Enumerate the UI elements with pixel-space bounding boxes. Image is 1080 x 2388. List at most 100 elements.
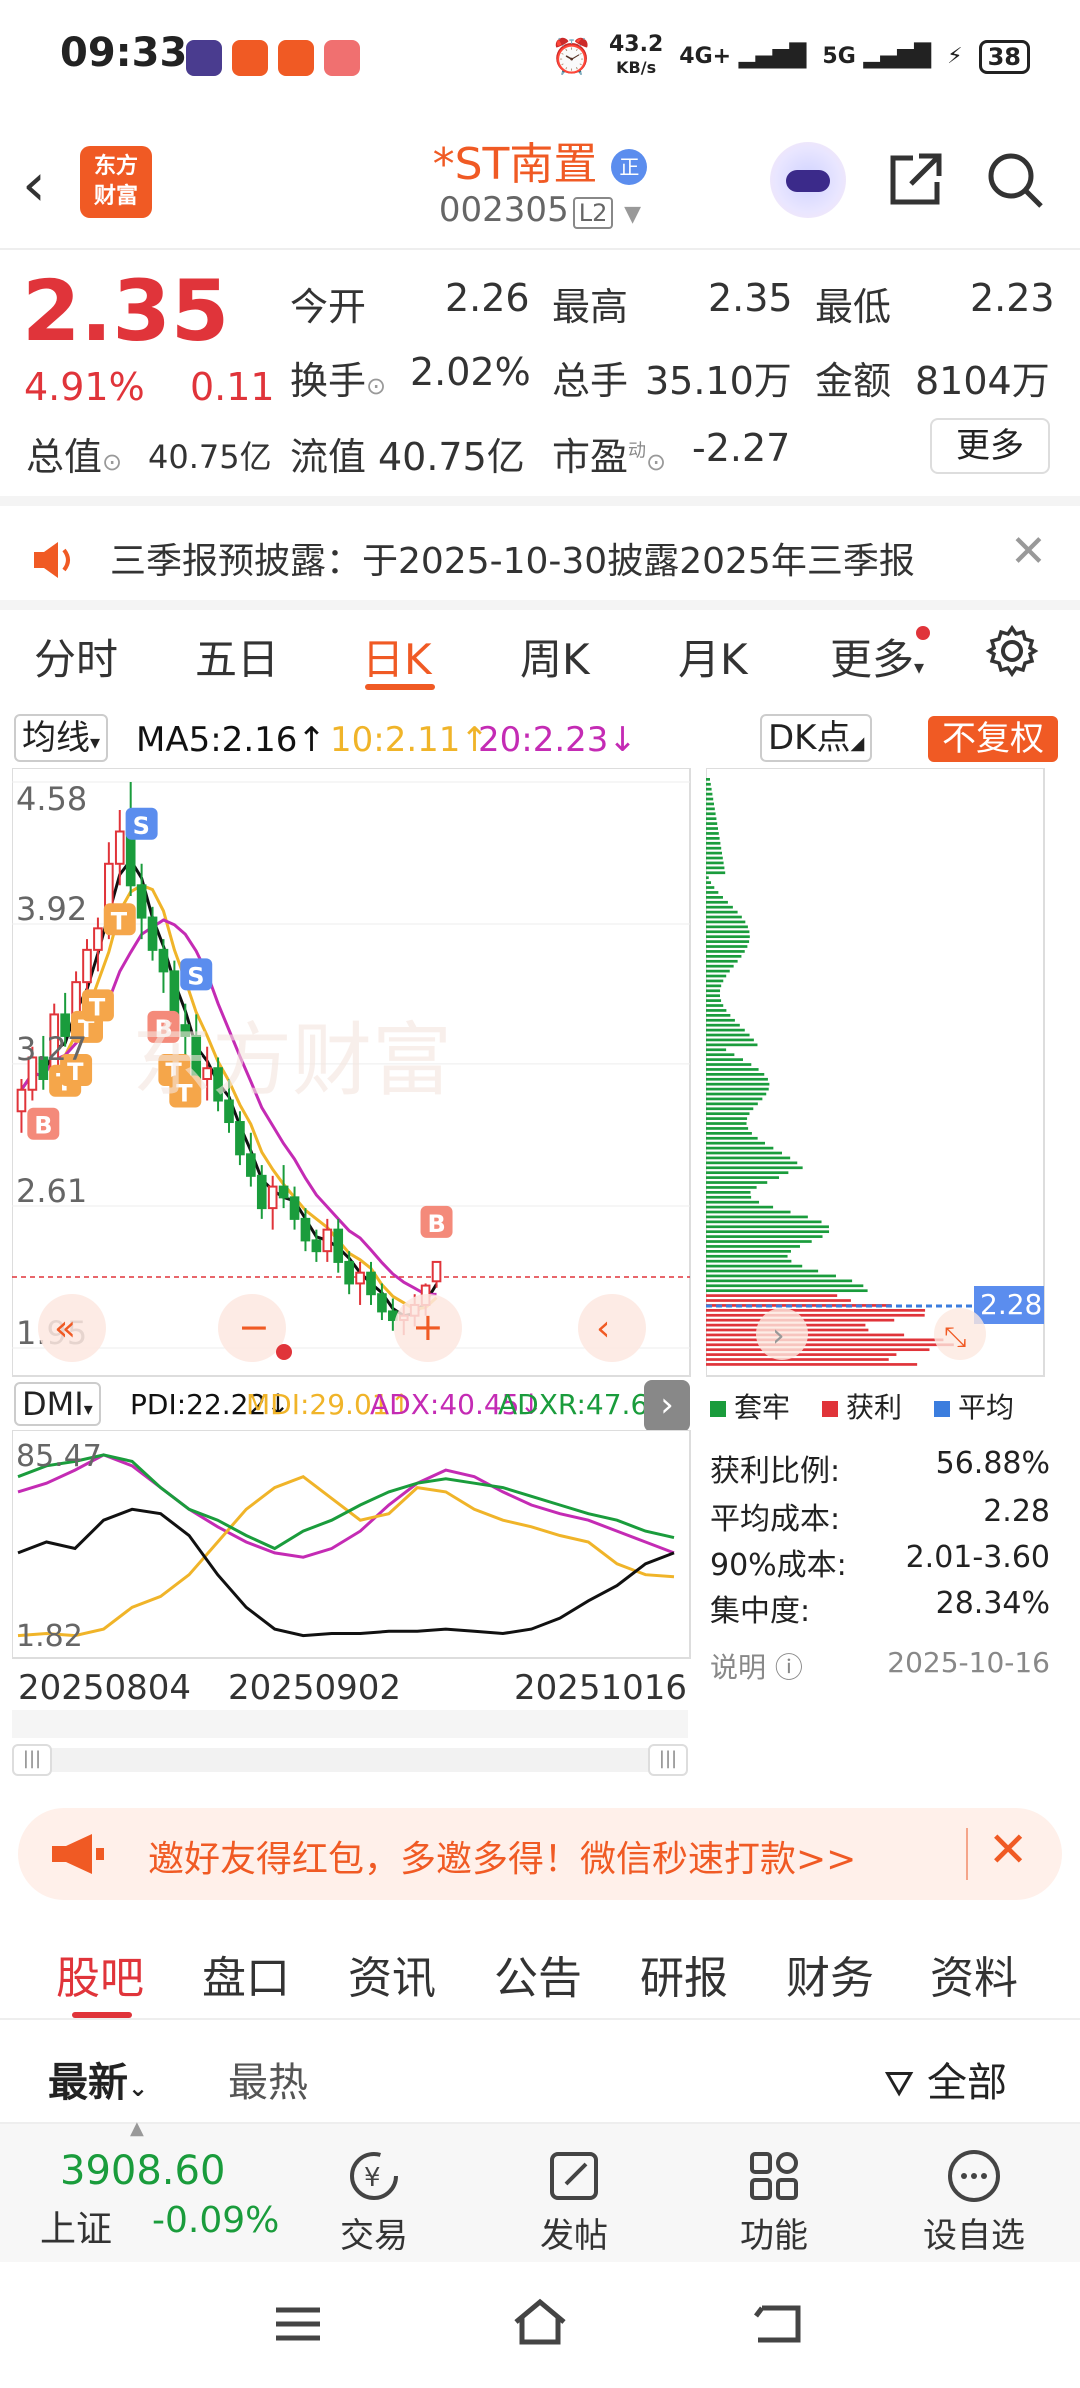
signal-4g-icon: 4G+ ▂▄▆█	[679, 44, 807, 69]
candle[interactable]	[344, 1260, 354, 1285]
tab-order-book[interactable]: 盘口	[202, 1942, 290, 2006]
tab-more[interactable]: 更多▾	[830, 626, 931, 687]
candle[interactable]	[300, 1217, 311, 1242]
invite-banner[interactable]: 邀好友得红包，多邀多得！微信秒速打款>> ✕	[18, 1808, 1062, 1900]
ma-selector[interactable]: 均线▾	[14, 714, 109, 762]
watermark: 东方财富	[132, 1014, 452, 1107]
nav-trade[interactable]: ¥ 交易	[314, 2144, 434, 2257]
close-icon[interactable]: ✕	[1010, 526, 1047, 577]
level2-badge: L2	[572, 197, 614, 229]
candle[interactable]	[114, 830, 125, 865]
pan-left-button[interactable]: «	[38, 1294, 106, 1362]
tab-profile[interactable]: 资料	[930, 1942, 1018, 2006]
kline-chart[interactable]: BTTTTTSBTTSB 4.583.923.272.611.95 东方财富 «…	[12, 768, 692, 1378]
dmi-chart[interactable]: 85.47 1.82	[12, 1430, 692, 1660]
search-icon[interactable]	[985, 150, 1045, 210]
chip-bar	[706, 1033, 750, 1037]
chip-bar	[706, 969, 730, 973]
sort-hot[interactable]: 最热	[228, 2050, 308, 2108]
scroll-handle-left[interactable]: |||	[12, 1744, 52, 1776]
home-icon[interactable]	[510, 2296, 570, 2348]
candle[interactable]	[322, 1228, 333, 1253]
chip-bar	[706, 905, 733, 909]
candle[interactable]	[289, 1196, 300, 1220]
adjust-button[interactable]: 不复权	[928, 716, 1058, 762]
candle[interactable]	[158, 948, 169, 973]
candle[interactable]	[93, 927, 103, 951]
chip-distribution-chart[interactable]: 2.28 › ⤡	[706, 768, 1046, 1378]
chip-bar	[706, 1023, 740, 1027]
candle[interactable]	[235, 1121, 245, 1156]
candle[interactable]	[431, 1260, 442, 1283]
mktcap-label[interactable]: 总值⊙	[26, 426, 122, 481]
tab-intraday[interactable]: 分时	[34, 626, 118, 687]
index-value[interactable]: 3908.60	[60, 2148, 225, 2194]
candle[interactable]	[256, 1174, 267, 1210]
turnover-label[interactable]: 换手⊙	[290, 350, 386, 405]
chip-bar	[706, 1043, 758, 1047]
candle[interactable]	[278, 1185, 289, 1199]
chip-bar	[706, 1073, 765, 1076]
sort-latest[interactable]: 最新⌄	[48, 2050, 148, 2108]
candle[interactable]	[377, 1293, 387, 1313]
candle[interactable]	[136, 884, 147, 919]
svg-text:«: «	[54, 1308, 76, 1349]
trade-marker-label: S	[133, 812, 150, 840]
nav-post[interactable]: 发帖	[514, 2144, 634, 2257]
share-icon[interactable]	[885, 150, 945, 210]
candle[interactable]	[246, 1153, 256, 1177]
tab-research[interactable]: 研报	[640, 1942, 728, 2006]
ai-assistant-avatar[interactable]	[770, 142, 846, 218]
tab-five-day[interactable]: 五日	[195, 626, 279, 687]
charging-icon: ⚡	[947, 44, 963, 69]
tab-daily-k[interactable]: 日K	[362, 626, 432, 687]
pe-value: -2.27	[692, 426, 791, 470]
notice-bar[interactable]: 三季报预披露：于2025-10-30披露2025年三季报 ✕	[0, 506, 1080, 610]
trade-icon: ¥	[350, 2152, 398, 2200]
settings-gear-icon[interactable]	[985, 624, 1039, 678]
zoom-out-button[interactable]: −	[218, 1294, 286, 1362]
zoom-in-button[interactable]: +	[394, 1294, 462, 1362]
close-icon[interactable]: ✕	[988, 1822, 1028, 1878]
tab-announcements[interactable]: 公告	[494, 1942, 582, 2006]
time-range-scrollbar[interactable]: ||| |||	[12, 1744, 688, 1776]
tab-news[interactable]: 资讯	[348, 1942, 436, 2006]
pan-right-button[interactable]: ‹	[578, 1294, 646, 1362]
filter-all[interactable]: ⛛ 全部	[884, 2050, 1007, 2108]
scroll-handle-right[interactable]: |||	[648, 1744, 688, 1776]
tab-forum[interactable]: 股吧	[56, 1942, 144, 2006]
candle[interactable]	[355, 1271, 365, 1285]
more-quote-button[interactable]: 更多	[930, 418, 1050, 474]
candle[interactable]	[366, 1271, 376, 1296]
chip-bar	[706, 1309, 926, 1312]
tab-monthly-k[interactable]: 月K	[678, 626, 748, 687]
candle[interactable]	[267, 1185, 278, 1210]
chip-bar	[706, 1254, 788, 1258]
dmi-ytick-top: 85.47	[16, 1439, 102, 1474]
collapse-arrow-icon[interactable]: ▲	[130, 2118, 144, 2139]
chip-bar	[706, 1097, 763, 1101]
nav-add-watchlist[interactable]: 设自选	[914, 2144, 1034, 2257]
svg-text:‹: ‹	[596, 1308, 610, 1349]
menu-icon[interactable]	[272, 2302, 324, 2346]
chip-bar	[706, 1053, 735, 1057]
candle[interactable]	[147, 916, 158, 951]
chip-bar	[706, 1161, 798, 1165]
chip-bar	[706, 1299, 851, 1302]
pe-label[interactable]: 市盈动⊙	[552, 426, 666, 481]
nav-functions[interactable]: 功能	[714, 2144, 834, 2257]
chip-note-row[interactable]: 说明 ⓘ 2025-10-16	[710, 1646, 1050, 1686]
tab-financials[interactable]: 财务	[786, 1942, 874, 2006]
indicator-selector[interactable]: DMI▾	[14, 1382, 101, 1426]
tab-weekly-k[interactable]: 周K	[520, 626, 590, 687]
back-icon[interactable]	[752, 2300, 804, 2348]
candle[interactable]	[16, 1088, 27, 1113]
expand-right-icon[interactable]: ›	[644, 1380, 690, 1432]
chip-current-label: 2.28	[980, 1288, 1042, 1321]
candle[interactable]	[333, 1228, 344, 1263]
chip-bar	[706, 1250, 791, 1253]
divider	[966, 1828, 968, 1880]
candle[interactable]	[82, 948, 92, 984]
dk-point-selector[interactable]: DK点◢	[760, 714, 873, 762]
candle[interactable]	[311, 1239, 322, 1253]
